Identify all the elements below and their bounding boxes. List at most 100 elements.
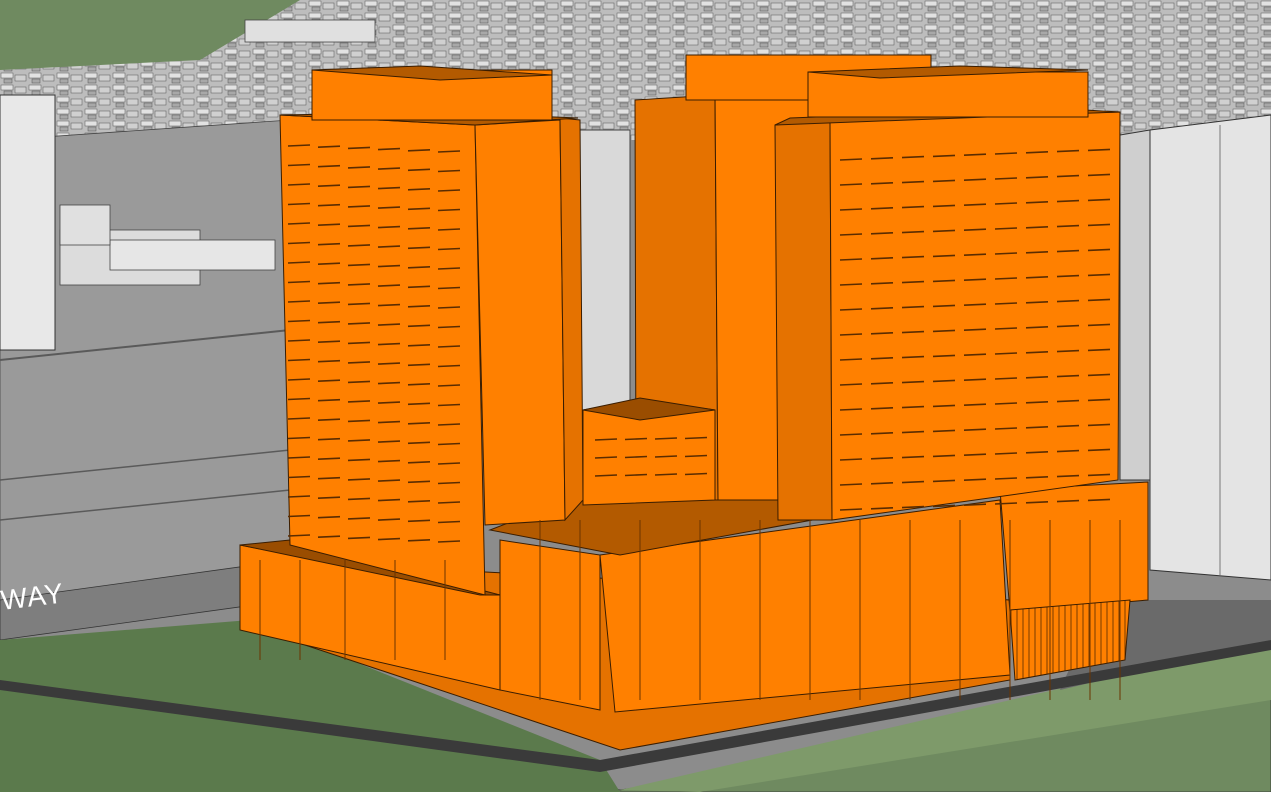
window-slot xyxy=(437,345,461,348)
right-tower-west-face xyxy=(774,119,833,521)
window-slot xyxy=(1087,323,1111,327)
window-slot xyxy=(407,461,431,464)
window-slot xyxy=(1025,226,1049,229)
window-slot xyxy=(1056,449,1080,453)
window-slot xyxy=(1056,399,1080,403)
window-slot xyxy=(287,183,311,186)
window-slot xyxy=(963,153,987,156)
window-slot xyxy=(932,204,956,208)
window-slot xyxy=(870,482,894,485)
window-slot xyxy=(932,354,956,358)
window-slot xyxy=(1087,448,1111,452)
window-slot xyxy=(407,480,431,484)
window-slot xyxy=(870,157,894,160)
window-slot xyxy=(932,304,956,308)
window-slot xyxy=(994,402,1018,405)
window-slot xyxy=(347,341,371,345)
window-slot xyxy=(932,179,956,183)
window-slot xyxy=(994,277,1018,280)
window-slot xyxy=(963,353,987,356)
window-slot xyxy=(994,427,1018,430)
window-slot xyxy=(317,242,341,246)
window-slot xyxy=(994,202,1018,205)
window-slot xyxy=(932,404,956,408)
window-slot xyxy=(317,340,341,343)
window-slot xyxy=(317,418,341,421)
window-slot xyxy=(901,505,925,509)
window-slot xyxy=(994,152,1018,155)
massing-model-scene[interactable]: WAY xyxy=(0,0,1271,792)
window-slot xyxy=(407,344,431,347)
window-slot xyxy=(654,455,678,458)
window-slot xyxy=(839,158,863,161)
window-slot xyxy=(377,342,401,346)
window-slot xyxy=(963,178,987,181)
window-slot xyxy=(437,228,461,231)
window-slot xyxy=(437,286,461,290)
window-slot xyxy=(407,285,431,289)
window-slot xyxy=(839,283,863,286)
window-slot xyxy=(347,517,371,520)
window-slot xyxy=(287,300,311,303)
window-slot xyxy=(654,473,678,476)
window-slot xyxy=(317,281,341,285)
window-slot xyxy=(994,377,1018,380)
window-slot xyxy=(1087,498,1111,502)
window-slot xyxy=(317,262,341,265)
window-slot xyxy=(1087,223,1111,227)
window-slot xyxy=(932,279,956,283)
window-slot xyxy=(407,383,431,386)
window-slot xyxy=(1056,499,1080,503)
window-slot xyxy=(287,436,311,440)
window-slot xyxy=(377,459,401,463)
window-slot xyxy=(932,379,956,383)
window-slot xyxy=(932,429,956,433)
3d-model-viewport[interactable]: WAY xyxy=(0,0,1271,792)
window-slot xyxy=(1056,374,1080,378)
window-slot xyxy=(932,504,956,508)
window-slot xyxy=(901,455,925,459)
window-slot xyxy=(839,333,863,336)
window-slot xyxy=(901,280,925,284)
window-slot xyxy=(377,264,401,268)
window-slot xyxy=(287,475,311,479)
window-slot xyxy=(287,378,311,381)
window-slot xyxy=(317,398,341,402)
window-slot xyxy=(377,186,401,190)
window-slot xyxy=(437,169,461,173)
window-slot xyxy=(437,403,461,407)
window-slot xyxy=(994,227,1018,230)
window-slot xyxy=(1056,349,1080,353)
window-slot xyxy=(901,230,925,234)
window-slot xyxy=(839,383,863,386)
window-slot xyxy=(317,223,341,226)
window-slot xyxy=(347,536,371,540)
window-slot xyxy=(1025,376,1049,379)
window-slot xyxy=(347,205,371,208)
window-slot xyxy=(684,436,708,440)
window-slot xyxy=(287,202,311,206)
window-slot xyxy=(1025,251,1049,254)
window-slot xyxy=(287,456,311,459)
window-slot xyxy=(1087,348,1111,352)
window-slot xyxy=(377,323,401,326)
window-slot xyxy=(901,205,925,209)
window-slot xyxy=(407,227,431,230)
window-slot xyxy=(437,462,461,465)
window-slot xyxy=(870,382,894,385)
window-slot xyxy=(287,241,311,245)
window-slot xyxy=(1087,298,1111,302)
window-slot xyxy=(377,206,401,209)
window-slot xyxy=(407,188,431,191)
window-slot xyxy=(437,208,461,212)
window-slot xyxy=(1025,401,1049,404)
window-slot xyxy=(1056,174,1080,178)
window-slot xyxy=(1025,501,1049,504)
window-slot xyxy=(1056,224,1080,228)
window-slot xyxy=(1056,324,1080,328)
window-slot xyxy=(1025,426,1049,429)
window-slot xyxy=(870,232,894,235)
window-slot xyxy=(347,263,371,267)
window-slot xyxy=(594,474,618,477)
window-slot xyxy=(1056,249,1080,253)
